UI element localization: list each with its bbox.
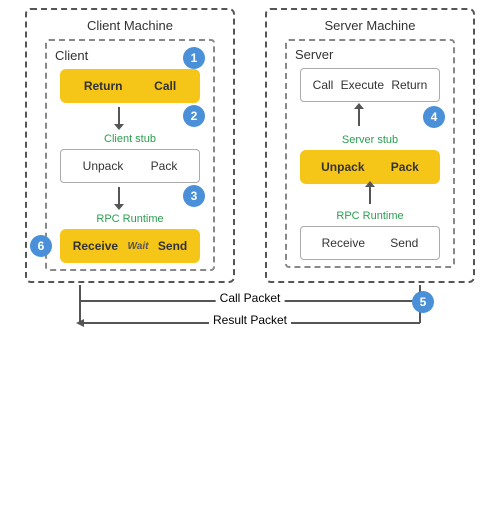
client-inner-box: Client 1 Return Call 2 Client stub — [45, 39, 215, 271]
badge-3: 3 — [183, 185, 205, 207]
packet-lines-area: Call Packet 5 Result Packet — [20, 285, 480, 340]
server-box1-middle: Execute — [341, 78, 384, 92]
server-runtime-label: RPC Runtime — [336, 210, 403, 222]
server-box2: Unpack Pack — [300, 150, 440, 184]
client-box3: Receive Wait Send — [60, 229, 200, 263]
client-inner-title: Client — [55, 48, 88, 63]
badge-2: 2 — [183, 105, 205, 127]
arrow-up-server-2 — [369, 186, 371, 204]
arrow-up-server — [358, 108, 360, 126]
server-box1: Call Execute Return — [300, 68, 440, 102]
machines-row: Client Machine Client 1 Return Call 2 — [0, 8, 500, 283]
client-box1-right: Call — [154, 79, 176, 93]
client-runtime-label: RPC Runtime — [96, 213, 163, 225]
server-box1-right: Return — [391, 78, 427, 92]
client-machine-title: Client Machine — [87, 18, 173, 33]
badge-1: 1 — [183, 47, 205, 69]
client-machine-box: Client Machine Client 1 Return Call 2 — [25, 8, 235, 283]
server-box3-right: Send — [390, 236, 418, 250]
call-packet-label: Call Packet — [216, 291, 285, 305]
server-stub-label: Server stub — [342, 134, 398, 146]
client-box3-middle: Wait — [128, 241, 149, 252]
client-stub-label: Client stub — [104, 133, 156, 145]
diagram-wrapper: Client Machine Client 1 Return Call 2 — [0, 0, 500, 340]
server-machine-box: Server Machine Server 1 Call Execute Ret… — [265, 8, 475, 283]
arrow-down-1 — [118, 107, 120, 125]
server-inner-title: Server — [295, 47, 333, 62]
client-box2: Unpack Pack — [60, 149, 200, 183]
server-inner-box: Server 1 Call Execute Return 4 — [285, 39, 455, 268]
client-box2-left: Unpack — [83, 159, 124, 173]
server-box2-right: Pack — [391, 160, 419, 174]
badge-4: 4 — [423, 106, 445, 128]
client-box2-right: Pack — [151, 159, 178, 173]
server-box3-left: Receive — [322, 236, 365, 250]
client-box1: Return Call — [60, 69, 200, 103]
result-packet-label: Result Packet — [209, 313, 291, 327]
server-machine-title: Server Machine — [324, 18, 415, 33]
badge-5: 5 — [412, 291, 434, 313]
client-box1-left: Return — [84, 79, 123, 93]
server-box1-left: Call — [313, 78, 334, 92]
server-box3: Receive Send — [300, 226, 440, 260]
arrow-down-2 — [118, 187, 120, 205]
client-box3-right: Send — [158, 239, 187, 253]
badge-6: 6 — [30, 235, 52, 257]
client-box3-left: Receive — [73, 239, 118, 253]
server-box2-left: Unpack — [321, 160, 364, 174]
